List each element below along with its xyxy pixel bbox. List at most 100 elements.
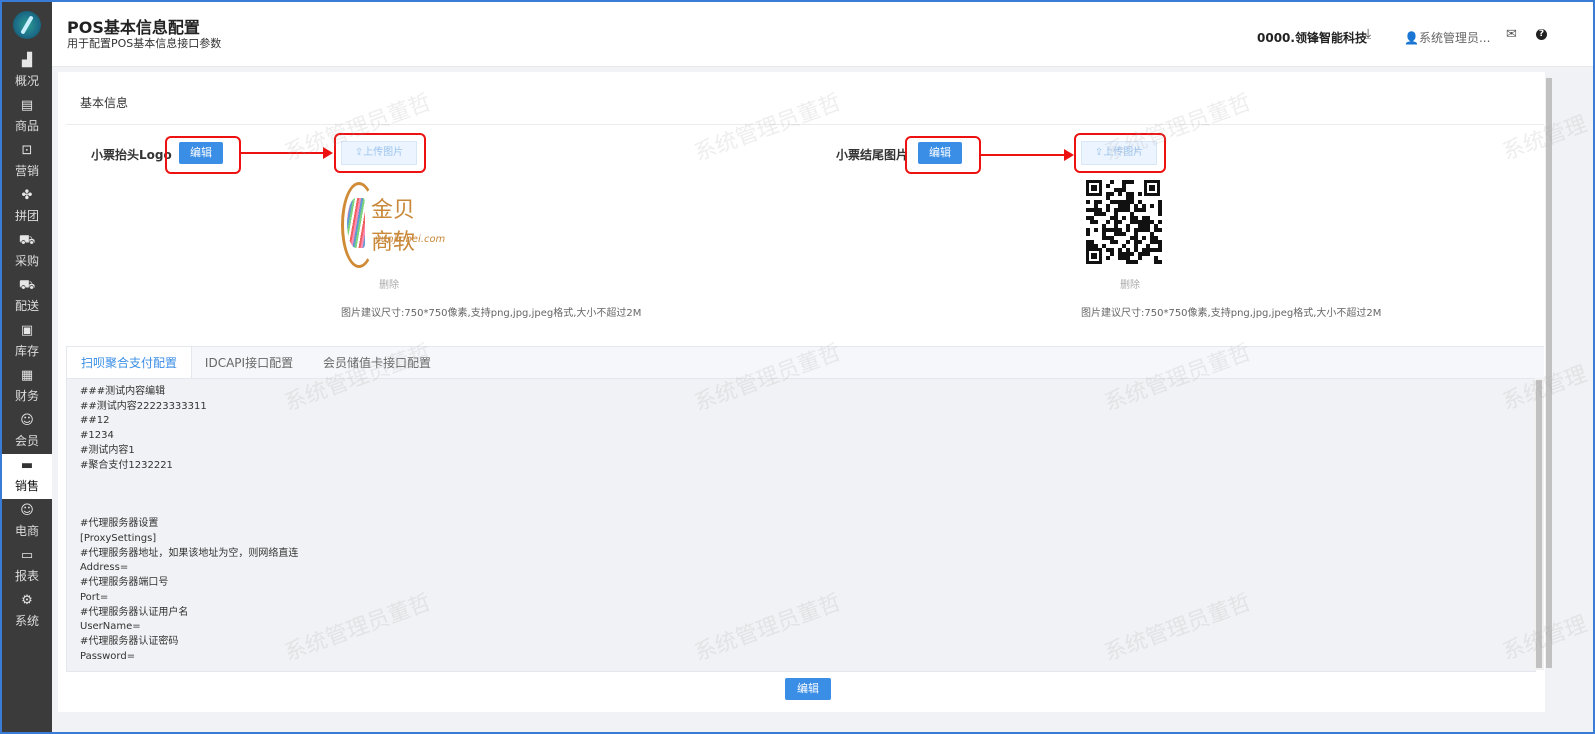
logo-delete-link[interactable]: 删除 xyxy=(379,276,399,291)
tail-image-label: 小票结尾图片 xyxy=(836,148,909,162)
user-menu[interactable]: 👤系统管理员... xyxy=(1404,29,1490,46)
tab-member-card-config[interactable]: 会员储值卡接口配置 xyxy=(312,347,442,379)
cart-icon: ⛟ xyxy=(18,233,36,248)
qr-cell xyxy=(1114,240,1118,244)
logo-edit-button[interactable]: 编辑 xyxy=(179,142,223,164)
sidebar-item-label: 系统 xyxy=(14,614,39,628)
logo-upload-button[interactable]: ⇪上传图片 xyxy=(341,141,417,165)
sidebar-item-10[interactable]: ☺ 电商 xyxy=(2,499,52,544)
box-icon: ▣ xyxy=(20,323,34,338)
sidebar-item-7[interactable]: ▦ 财务 xyxy=(2,364,52,409)
sidebar-item-0[interactable]: ▟ 概况 xyxy=(2,49,52,94)
register-icon: ▬ xyxy=(20,458,34,473)
qr-cell xyxy=(1094,228,1098,232)
sidebar-item-4[interactable]: ⛟ 采购 xyxy=(2,229,52,274)
logo-size-hint: 图片建议尺寸:750*750像素,支持png,jpg,jpeg格式,大小不超过2… xyxy=(341,308,642,319)
qr-cell xyxy=(1106,184,1110,188)
sidebar-item-label: 电商 xyxy=(14,524,39,538)
qr-cell xyxy=(1102,212,1106,216)
gear-icon: ⚙ xyxy=(21,593,33,608)
arrow-annotation xyxy=(239,147,333,159)
logo-image-subtext: yunjinbei.com xyxy=(375,234,446,245)
company-selector[interactable]: 0000.领锋智能科技 xyxy=(1257,29,1367,46)
qr-cell xyxy=(1158,220,1162,224)
qr-cell xyxy=(1118,192,1122,196)
qr-cell xyxy=(1106,220,1110,224)
qr-cell xyxy=(1150,204,1154,208)
chart-icon: ▟ xyxy=(22,53,32,68)
page-subtitle: 用于配置POS基本信息接口参数 xyxy=(67,37,222,50)
qr-cell xyxy=(1146,252,1150,256)
sidebar-item-label: 营销 xyxy=(14,164,39,178)
qr-cell xyxy=(1158,260,1162,264)
qr-cell xyxy=(1094,220,1098,224)
qr-cell xyxy=(1110,180,1114,184)
upload-icon: ⇪ xyxy=(354,147,364,158)
sidebar: ▟ 概况 ▤ 商品 ⊡ 营销 ✤ 拼团 ⛟ 采购 ⛟ 配送 ▣ 库存 ▦ 财务 ☺ 会员 ▬ 销售 ☺ 电商 ▭ 报表 ⚙ 系统 xyxy=(2,2,52,732)
qr-cell xyxy=(1130,180,1134,184)
sidebar-item-9[interactable]: ▬ 销售 xyxy=(2,454,52,499)
qr-cell xyxy=(1138,192,1142,196)
sidebar-item-8[interactable]: ☺ 会员 xyxy=(2,409,52,454)
arrow-annotation xyxy=(979,149,1074,161)
sidebar-item-label: 采购 xyxy=(14,254,39,268)
config-text-content: ###测试内容编辑 ##测试内容22223333311 ##12 #1234 #… xyxy=(80,386,299,662)
sidebar-item-label: 财务 xyxy=(14,389,39,403)
qr-cell xyxy=(1142,208,1146,212)
help-icon[interactable]: ? xyxy=(1536,29,1547,40)
qr-code-image xyxy=(1086,180,1162,264)
qr-cell xyxy=(1138,256,1142,260)
qr-cell xyxy=(1142,236,1146,240)
section-title: 基本信息 xyxy=(80,96,129,110)
tab-scan-pay-config[interactable]: 扫呗聚合支付配置 xyxy=(66,347,192,380)
tail-edit-button[interactable]: 编辑 xyxy=(918,142,962,164)
qr-cell xyxy=(1086,200,1090,204)
content-card: 基本信息 小票抬头Logo 编辑 ⇪上传图片 金贝商软 yunjinbei.co… xyxy=(58,72,1545,712)
sidebar-item-5[interactable]: ⛟ 配送 xyxy=(2,274,52,319)
qr-cell xyxy=(1149,185,1155,191)
qr-cell xyxy=(1158,212,1162,216)
sidebar-item-label: 会员 xyxy=(14,434,39,448)
sidebar-item-2[interactable]: ⊡ 营销 xyxy=(2,139,52,184)
sidebar-item-label: 报表 xyxy=(14,569,39,583)
config-text-editor[interactable]: ###测试内容编辑 ##测试内容22223333311 ##12 #1234 #… xyxy=(66,378,1536,672)
bag-icon: ⊡ xyxy=(21,143,33,158)
printer-icon: ▦ xyxy=(20,368,34,383)
scrollbar-thumb[interactable] xyxy=(1536,380,1542,668)
config-tabs: 扫呗聚合支付配置 IDCAPI接口配置 会员储值卡接口配置 xyxy=(66,346,1544,380)
qr-cell xyxy=(1122,232,1126,236)
user-icon: 👤 xyxy=(1404,31,1419,45)
truck-icon: ⛟ xyxy=(18,278,36,293)
config-edit-button[interactable]: 编辑 xyxy=(785,678,831,700)
download-icon[interactable]: ⤓ xyxy=(1365,26,1371,42)
sidebar-item-6[interactable]: ▣ 库存 xyxy=(2,319,52,364)
tab-idcapi-config[interactable]: IDCAPI接口配置 xyxy=(194,347,304,379)
mail-icon[interactable]: ✉ xyxy=(1506,27,1517,42)
document-icon: ▤ xyxy=(20,98,34,113)
header: POS基本信息配置 用于配置POS基本信息接口参数 0000.领锋智能科技 ⤓ … xyxy=(52,2,1593,67)
qr-cell xyxy=(1138,240,1142,244)
qr-cell xyxy=(1122,216,1126,220)
sidebar-item-label: 销售 xyxy=(14,479,39,493)
app-logo[interactable] xyxy=(13,11,41,39)
qr-cell xyxy=(1126,240,1130,244)
qr-cell xyxy=(1126,228,1130,232)
section-divider xyxy=(66,124,1544,125)
sidebar-item-1[interactable]: ▤ 商品 xyxy=(2,94,52,139)
tail-size-hint: 图片建议尺寸:750*750像素,支持png,jpg,jpeg格式,大小不超过2… xyxy=(1081,308,1382,319)
tail-delete-link[interactable]: 删除 xyxy=(1120,276,1140,291)
sidebar-item-label: 配送 xyxy=(14,299,39,313)
qr-cell xyxy=(1158,228,1162,232)
tail-upload-button[interactable]: ⇪上传图片 xyxy=(1081,141,1157,165)
user-name: 系统管理员... xyxy=(1418,31,1491,45)
sidebar-item-12[interactable]: ⚙ 系统 xyxy=(2,589,52,634)
qr-cell xyxy=(1098,200,1102,204)
sidebar-item-3[interactable]: ✤ 拼团 xyxy=(2,184,52,229)
logo-image-text: 金贝商软 xyxy=(371,198,416,255)
editor-scrollbar[interactable] xyxy=(1534,378,1544,670)
qr-cell xyxy=(1091,253,1097,259)
sidebar-item-11[interactable]: ▭ 报表 xyxy=(2,544,52,589)
qr-cell xyxy=(1158,248,1162,252)
page-scrollbar[interactable] xyxy=(1546,78,1552,668)
qr-cell xyxy=(1094,244,1098,248)
